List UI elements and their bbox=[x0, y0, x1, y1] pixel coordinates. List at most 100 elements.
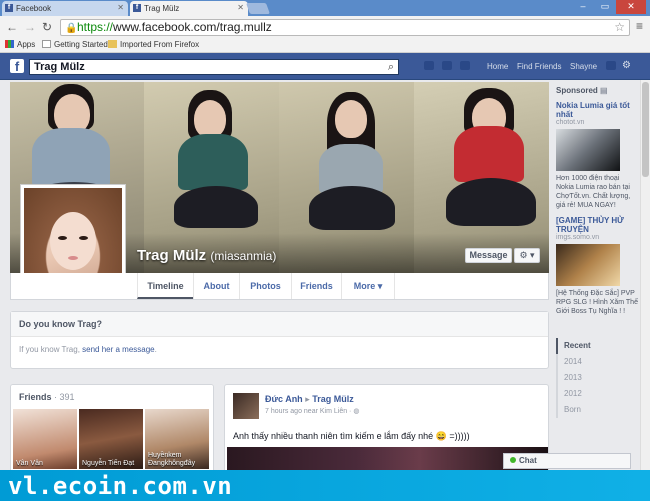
address-bar[interactable]: 🔒 https://www.facebook.com/trag.mullz ☆ bbox=[60, 19, 630, 36]
tab-about[interactable]: About bbox=[193, 273, 239, 299]
do-you-know-title: Do you know Trag? bbox=[11, 312, 548, 337]
bookmark-imported-firefox[interactable]: Imported From Firefox bbox=[108, 40, 199, 49]
facebook-top-bar: f Trag Mülz ⌕ Home Find Friends Shayne ⚙ bbox=[0, 53, 650, 80]
new-tab-button[interactable] bbox=[245, 3, 271, 14]
bookmark-star-icon[interactable]: ☆ bbox=[614, 20, 625, 35]
page-scrollbar[interactable] bbox=[640, 80, 650, 470]
nav-profile[interactable]: Shayne bbox=[570, 62, 597, 71]
page-icon bbox=[42, 40, 51, 48]
tab-timeline[interactable]: Timeline bbox=[137, 273, 193, 299]
know-suffix: . bbox=[154, 345, 157, 354]
post-meta-text: 7 hours ago near Kim Liên · bbox=[265, 408, 354, 415]
online-status-icon bbox=[510, 457, 516, 463]
know-prefix: If you know Trag, bbox=[19, 345, 83, 354]
browser-tab-profile[interactable]: f Trag Mülz ✕ bbox=[130, 1, 248, 16]
post-header: Đức Anh ▸ Trag Mülz bbox=[265, 394, 354, 405]
bookmark-getting-started[interactable]: Getting Started bbox=[42, 40, 108, 49]
globe-icon: ◍ bbox=[353, 408, 360, 415]
browser-toolbar: ← → ↻ 🔒 https://www.facebook.com/trag.mu… bbox=[0, 16, 650, 38]
nav-home[interactable]: Home bbox=[487, 62, 508, 71]
ad-body: [Hệ Thống Đặc Sắc] PVP RPG SLG ! Hình Xă… bbox=[556, 290, 638, 315]
post-author-avatar[interactable] bbox=[233, 393, 259, 419]
search-icon[interactable]: ⌕ bbox=[388, 60, 394, 74]
close-tab-icon[interactable]: ✕ bbox=[237, 3, 244, 12]
messages-icon[interactable] bbox=[442, 61, 452, 70]
ad-image[interactable] bbox=[556, 129, 620, 171]
notifications-icon[interactable] bbox=[460, 61, 470, 70]
chat-label: Chat bbox=[519, 456, 537, 465]
scrollbar-thumb[interactable] bbox=[642, 82, 649, 177]
friend-tile[interactable]: Nguyễn Tiến Đạt bbox=[79, 409, 143, 469]
post-text: Anh thấy nhiều thanh niên tìm kiếm e lắm… bbox=[233, 431, 470, 441]
facebook-logo-icon[interactable]: f bbox=[10, 59, 24, 74]
browser-tab-facebook[interactable]: f Facebook ✕ bbox=[2, 1, 128, 16]
browser-tab-label: Trag Mülz bbox=[144, 4, 180, 13]
ad-game[interactable]: [GAME] THỦY HỬ TRUYỆN imgs.somo.vn [Hệ T… bbox=[556, 216, 638, 316]
ad-url: imgs.somo.vn bbox=[556, 234, 600, 241]
profile-tabs: Timeline About Photos Friends More ▾ bbox=[10, 273, 549, 300]
privacy-shortcuts-icon[interactable] bbox=[606, 61, 616, 70]
reload-icon[interactable]: ↻ bbox=[42, 20, 52, 34]
back-icon[interactable]: ← bbox=[6, 20, 18, 34]
browser-menu-icon[interactable]: ≡ bbox=[636, 19, 643, 33]
facebook-search-input[interactable]: Trag Mülz ⌕ bbox=[29, 59, 399, 75]
chat-bar[interactable]: Chat bbox=[503, 453, 631, 469]
year-recent[interactable]: Recent bbox=[556, 338, 638, 354]
facebook-favicon-icon: f bbox=[5, 4, 13, 12]
friend-requests-icon[interactable] bbox=[424, 61, 434, 70]
bookmark-label: Imported From Firefox bbox=[120, 40, 200, 49]
forward-icon[interactable]: → bbox=[24, 20, 36, 34]
post-target-link[interactable]: Trag Mülz bbox=[312, 394, 354, 404]
ad-image[interactable] bbox=[556, 244, 620, 286]
close-window-icon[interactable]: ✕ bbox=[616, 0, 646, 14]
close-tab-icon[interactable]: ✕ bbox=[117, 3, 124, 12]
year-2012[interactable]: 2012 bbox=[558, 386, 638, 402]
ad-title[interactable]: [GAME] THỦY HỬ TRUYỆN bbox=[556, 216, 638, 234]
timeline-year-nav: Recent 2014 2013 2012 Born bbox=[556, 338, 638, 418]
message-button[interactable]: Message bbox=[465, 248, 512, 263]
friend-tile[interactable]: Vân Vân bbox=[13, 409, 77, 469]
bookmark-apps[interactable]: Apps bbox=[5, 40, 35, 49]
ad-info-icon[interactable]: ▤ bbox=[600, 86, 608, 95]
browser-tab-bar: f Facebook ✕ f Trag Mülz ✕ – ▭ ✕ bbox=[0, 0, 650, 16]
watermark-banner: vl.ecoin.com.vn bbox=[0, 470, 650, 501]
post-arrow-icon: ▸ bbox=[305, 394, 310, 404]
url-text: www.facebook.com/trag.mullz bbox=[113, 20, 272, 34]
bookmarks-bar: Apps Getting Started Imported From Firef… bbox=[0, 38, 650, 53]
ad-title[interactable]: Nokia Lumia giá tốt nhất bbox=[556, 101, 638, 119]
facebook-favicon-icon: f bbox=[133, 4, 141, 12]
ad-url: chotot.vn bbox=[556, 119, 585, 126]
ad-nokia[interactable]: Nokia Lumia giá tốt nhất chotot.vn Hơn 1… bbox=[556, 101, 638, 210]
friends-label: Friends bbox=[19, 392, 52, 402]
year-2013[interactable]: 2013 bbox=[558, 370, 638, 386]
post-meta: 7 hours ago near Kim Liên · ◍ bbox=[265, 407, 359, 415]
timeline-post: Đức Anh ▸ Trag Mülz 7 hours ago near Kim… bbox=[224, 384, 549, 474]
year-born[interactable]: Born bbox=[558, 402, 638, 418]
tab-photos[interactable]: Photos bbox=[239, 273, 291, 299]
url-scheme: https:// bbox=[77, 20, 114, 34]
profile-photo bbox=[24, 188, 122, 286]
do-you-know-text: If you know Trag, send her a message. bbox=[11, 337, 548, 362]
maximize-icon[interactable]: ▭ bbox=[594, 0, 616, 14]
profile-name: Trag Mülz (miasanmia) bbox=[137, 247, 276, 264]
tab-more[interactable]: More ▾ bbox=[341, 273, 395, 299]
bookmark-label: Getting Started bbox=[54, 40, 108, 49]
nav-find-friends[interactable]: Find Friends bbox=[517, 62, 561, 71]
post-author-link[interactable]: Đức Anh bbox=[265, 394, 303, 404]
send-message-link[interactable]: send her a message bbox=[82, 345, 155, 354]
tab-friends[interactable]: Friends bbox=[291, 273, 341, 299]
folder-icon bbox=[108, 40, 117, 48]
year-2014[interactable]: 2014 bbox=[558, 354, 638, 370]
settings-gear-icon[interactable]: ⚙ bbox=[622, 60, 631, 71]
watermark-text: vl.ecoin.com.vn bbox=[8, 472, 233, 500]
friends-title[interactable]: Friends · 391 bbox=[11, 385, 213, 409]
profile-options-button[interactable]: ⚙ ▾ bbox=[514, 248, 540, 263]
lock-icon: 🔒 bbox=[65, 23, 78, 34]
friend-tile[interactable]: Huyềnkem Đangkhôngđây bbox=[145, 409, 209, 469]
friend-name: Nguyễn Tiến Đạt bbox=[82, 460, 135, 467]
bookmark-label: Apps bbox=[17, 40, 36, 49]
sponsored-label: Sponsored bbox=[556, 86, 598, 95]
minimize-icon[interactable]: – bbox=[572, 0, 594, 14]
friends-box: Friends · 391 Vân Vân Nguyễn Tiến Đạt Hu… bbox=[10, 384, 214, 474]
browser-tab-label: Facebook bbox=[16, 4, 52, 13]
